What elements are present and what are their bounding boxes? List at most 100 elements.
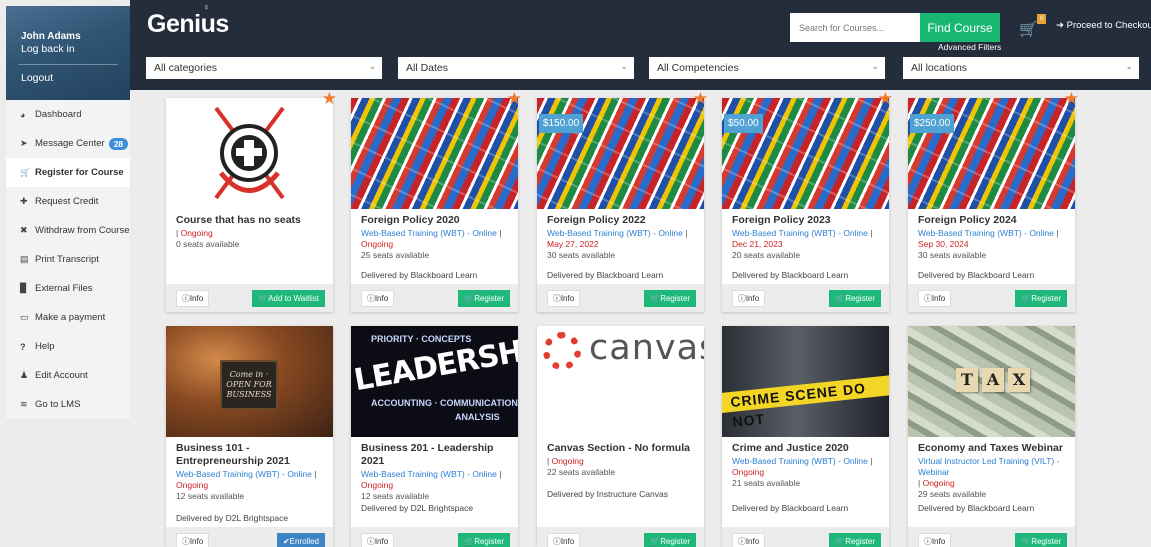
delivered-by: Delivered by Blackboard Learn [732, 503, 849, 513]
course-card[interactable]: $250.00 ★ Foreign Policy 2024 Web-Based … [908, 90, 1079, 312]
seats-available: 30 seats available [918, 250, 987, 260]
location-filter-select[interactable]: All locations ⌄ [903, 57, 1139, 79]
info-label: Info [745, 537, 760, 546]
info-icon: ⓘ [737, 537, 746, 546]
sidebar-item-help[interactable]: ? Help [6, 332, 130, 361]
add-to-waitlist-button[interactable]: 🛒 Add to Waitlist [252, 290, 325, 307]
sidebar-item-register-for-course[interactable]: 🛒 Register for Course [6, 158, 130, 187]
card-footer: ⓘ Info 🛒 Register [351, 527, 518, 547]
course-title[interactable]: Foreign Policy 2022 [547, 214, 697, 227]
sidebar-item-withdraw-from-course[interactable]: ✖ Withdraw from Course [6, 216, 130, 245]
sidebar-item-request-credit[interactable]: ✚ Request Credit [6, 187, 130, 216]
date-filter-select[interactable]: All Dates ⌄ [398, 57, 634, 79]
course-title[interactable]: Foreign Policy 2020 [361, 214, 511, 227]
club-crest-logo [214, 106, 285, 200]
plus-circle-icon: ✚ [20, 196, 28, 206]
register-button[interactable]: 🛒 Register [644, 290, 696, 307]
info-button[interactable]: ⓘ Info [547, 290, 580, 307]
info-button[interactable]: ⓘ Info [361, 533, 394, 547]
button-label: Register [474, 294, 504, 303]
card-footer: ⓘ Info ✔ Enrolled [166, 527, 333, 547]
logout-link[interactable]: Logout [21, 72, 53, 84]
sidebar-item-label: Edit Account [35, 370, 88, 381]
course-card[interactable]: T A X Economy and Taxes Webinar Virtual … [908, 326, 1075, 547]
info-button[interactable]: ⓘ Info [176, 533, 209, 547]
category-filter-select[interactable]: All categories ⌄ [146, 57, 382, 79]
register-button[interactable]: 🛒 Register [829, 290, 881, 307]
register-button[interactable]: 🛒 Register [458, 290, 510, 307]
course-title[interactable]: Foreign Policy 2023 [732, 214, 882, 227]
card-footer: ⓘ Info 🛒 Register [722, 284, 889, 312]
cart-icon: 🛒 [258, 294, 269, 303]
competency-filter-select[interactable]: All Competencies ⌄ [649, 57, 885, 79]
info-button[interactable]: ⓘ Info [732, 533, 765, 547]
cart-icon[interactable]: 🛒 [1019, 20, 1038, 38]
course-title[interactable]: Economy and Taxes Webinar [918, 442, 1068, 455]
sidebar-item-make-a-payment[interactable]: ▭ Make a payment [6, 303, 130, 332]
course-card[interactable]: $50.00 ★ Foreign Policy 2023 Web-Based T… [722, 90, 893, 312]
course-date: Ongoing [361, 480, 394, 490]
course-card[interactable]: canvas Canvas Section - No formula | Ong… [537, 326, 704, 547]
sidebar-item-go-to-lms[interactable]: ≋ Go to LMS [6, 390, 130, 419]
check-circle-icon: ✔ [282, 537, 290, 546]
info-button[interactable]: ⓘ Info [547, 533, 580, 547]
user-icon: ♟ [20, 370, 29, 380]
sidebar-item-label: Print Transcript [35, 254, 99, 265]
info-icon: ⓘ [181, 537, 190, 546]
genius-logo[interactable]: Genius ♀ [147, 2, 229, 39]
course-date: Sep 30, 2024 [918, 239, 969, 249]
course-title[interactable]: Business 201 - Leadership 2021 [361, 442, 511, 468]
advanced-filters-link[interactable]: Advanced Filters [938, 42, 1001, 52]
find-course-button[interactable]: Find Course [920, 13, 1000, 42]
cart-icon: 🛒 [20, 168, 30, 177]
course-search-input[interactable] [790, 13, 920, 42]
button-label: Enrolled [289, 537, 319, 546]
info-button[interactable]: ⓘ Info [176, 290, 209, 307]
register-button[interactable]: 🛒 Register [644, 533, 696, 547]
course-type: Web-Based Training (WBT) - Online [361, 228, 497, 238]
log-back-in-link[interactable]: Log back in [21, 43, 75, 55]
course-card[interactable]: CRIME SCENE DO NOT Crime and Justice 202… [722, 326, 889, 547]
delivered-by: Delivered by Blackboard Learn [918, 503, 1035, 513]
course-card[interactable]: PRIORITY · CONCEPTS LEADERSHIP ACCOUNTIN… [351, 326, 518, 547]
info-button[interactable]: ⓘ Info [918, 290, 951, 307]
course-title[interactable]: Foreign Policy 2024 [918, 214, 1068, 227]
sidebar-item-label: Go to LMS [35, 399, 81, 410]
course-date: Ongoing [176, 480, 209, 490]
course-title[interactable]: Crime and Justice 2020 [732, 442, 882, 455]
register-button[interactable]: 🛒 Register [1015, 290, 1067, 307]
info-icon: ⓘ [923, 294, 932, 303]
register-button[interactable]: 🛒 Register [1015, 533, 1067, 547]
sidebar-item-print-transcript[interactable]: ▤ Print Transcript [6, 245, 130, 274]
info-icon: ⓘ [366, 294, 375, 303]
course-title[interactable]: Business 101 - Entrepreneurship 2021 [176, 442, 326, 468]
sidebar-item-message-center[interactable]: ➤ Message Center 28 [6, 129, 130, 158]
course-card[interactable]: Come in · OPEN FOR BUSINESS Business 101… [166, 326, 333, 547]
register-button[interactable]: 🛒 Register [458, 533, 510, 547]
sidebar-item-label: Help [35, 341, 55, 352]
sidebar-item-external-files[interactable]: ▉ External Files [6, 274, 130, 303]
letter-tile: X [1008, 368, 1030, 392]
info-button[interactable]: ⓘ Info [732, 290, 765, 307]
course-card[interactable]: $150.00 ★ Foreign Policy 2022 Web-Based … [537, 90, 708, 312]
cart-icon: 🛒 [1021, 294, 1032, 303]
course-card[interactable]: ★ Course that has no seats | Ongoing 0 s… [166, 90, 337, 312]
sidebar-item-label: Withdraw from Course [35, 225, 130, 236]
course-title[interactable]: Canvas Section - No formula [547, 442, 697, 455]
register-button[interactable]: 🛒 Register [829, 533, 881, 547]
proceed-to-checkout-link[interactable]: ➜ Proceed to Checkout [1056, 20, 1151, 31]
button-label: Register [845, 537, 875, 546]
sidebar-item-edit-account[interactable]: ♟ Edit Account [6, 361, 130, 390]
info-button[interactable]: ⓘ Info [918, 533, 951, 547]
info-icon: ⓘ [366, 537, 375, 546]
button-label: Register [660, 537, 690, 546]
course-title[interactable]: Course that has no seats [176, 214, 326, 227]
message-count-badge: 28 [108, 137, 129, 150]
sidebar: John Adams Log back in Logout ◕ Dashboard… [0, 0, 130, 547]
course-card[interactable]: ★ Foreign Policy 2020 Web-Based Training… [351, 90, 522, 312]
info-icon: ⓘ [552, 537, 561, 546]
info-button[interactable]: ⓘ Info [361, 290, 394, 307]
enrolled-button[interactable]: ✔ Enrolled [276, 533, 325, 547]
sidebar-item-dashboard[interactable]: ◕ Dashboard [6, 100, 130, 129]
price-tag: $250.00 [910, 114, 955, 133]
